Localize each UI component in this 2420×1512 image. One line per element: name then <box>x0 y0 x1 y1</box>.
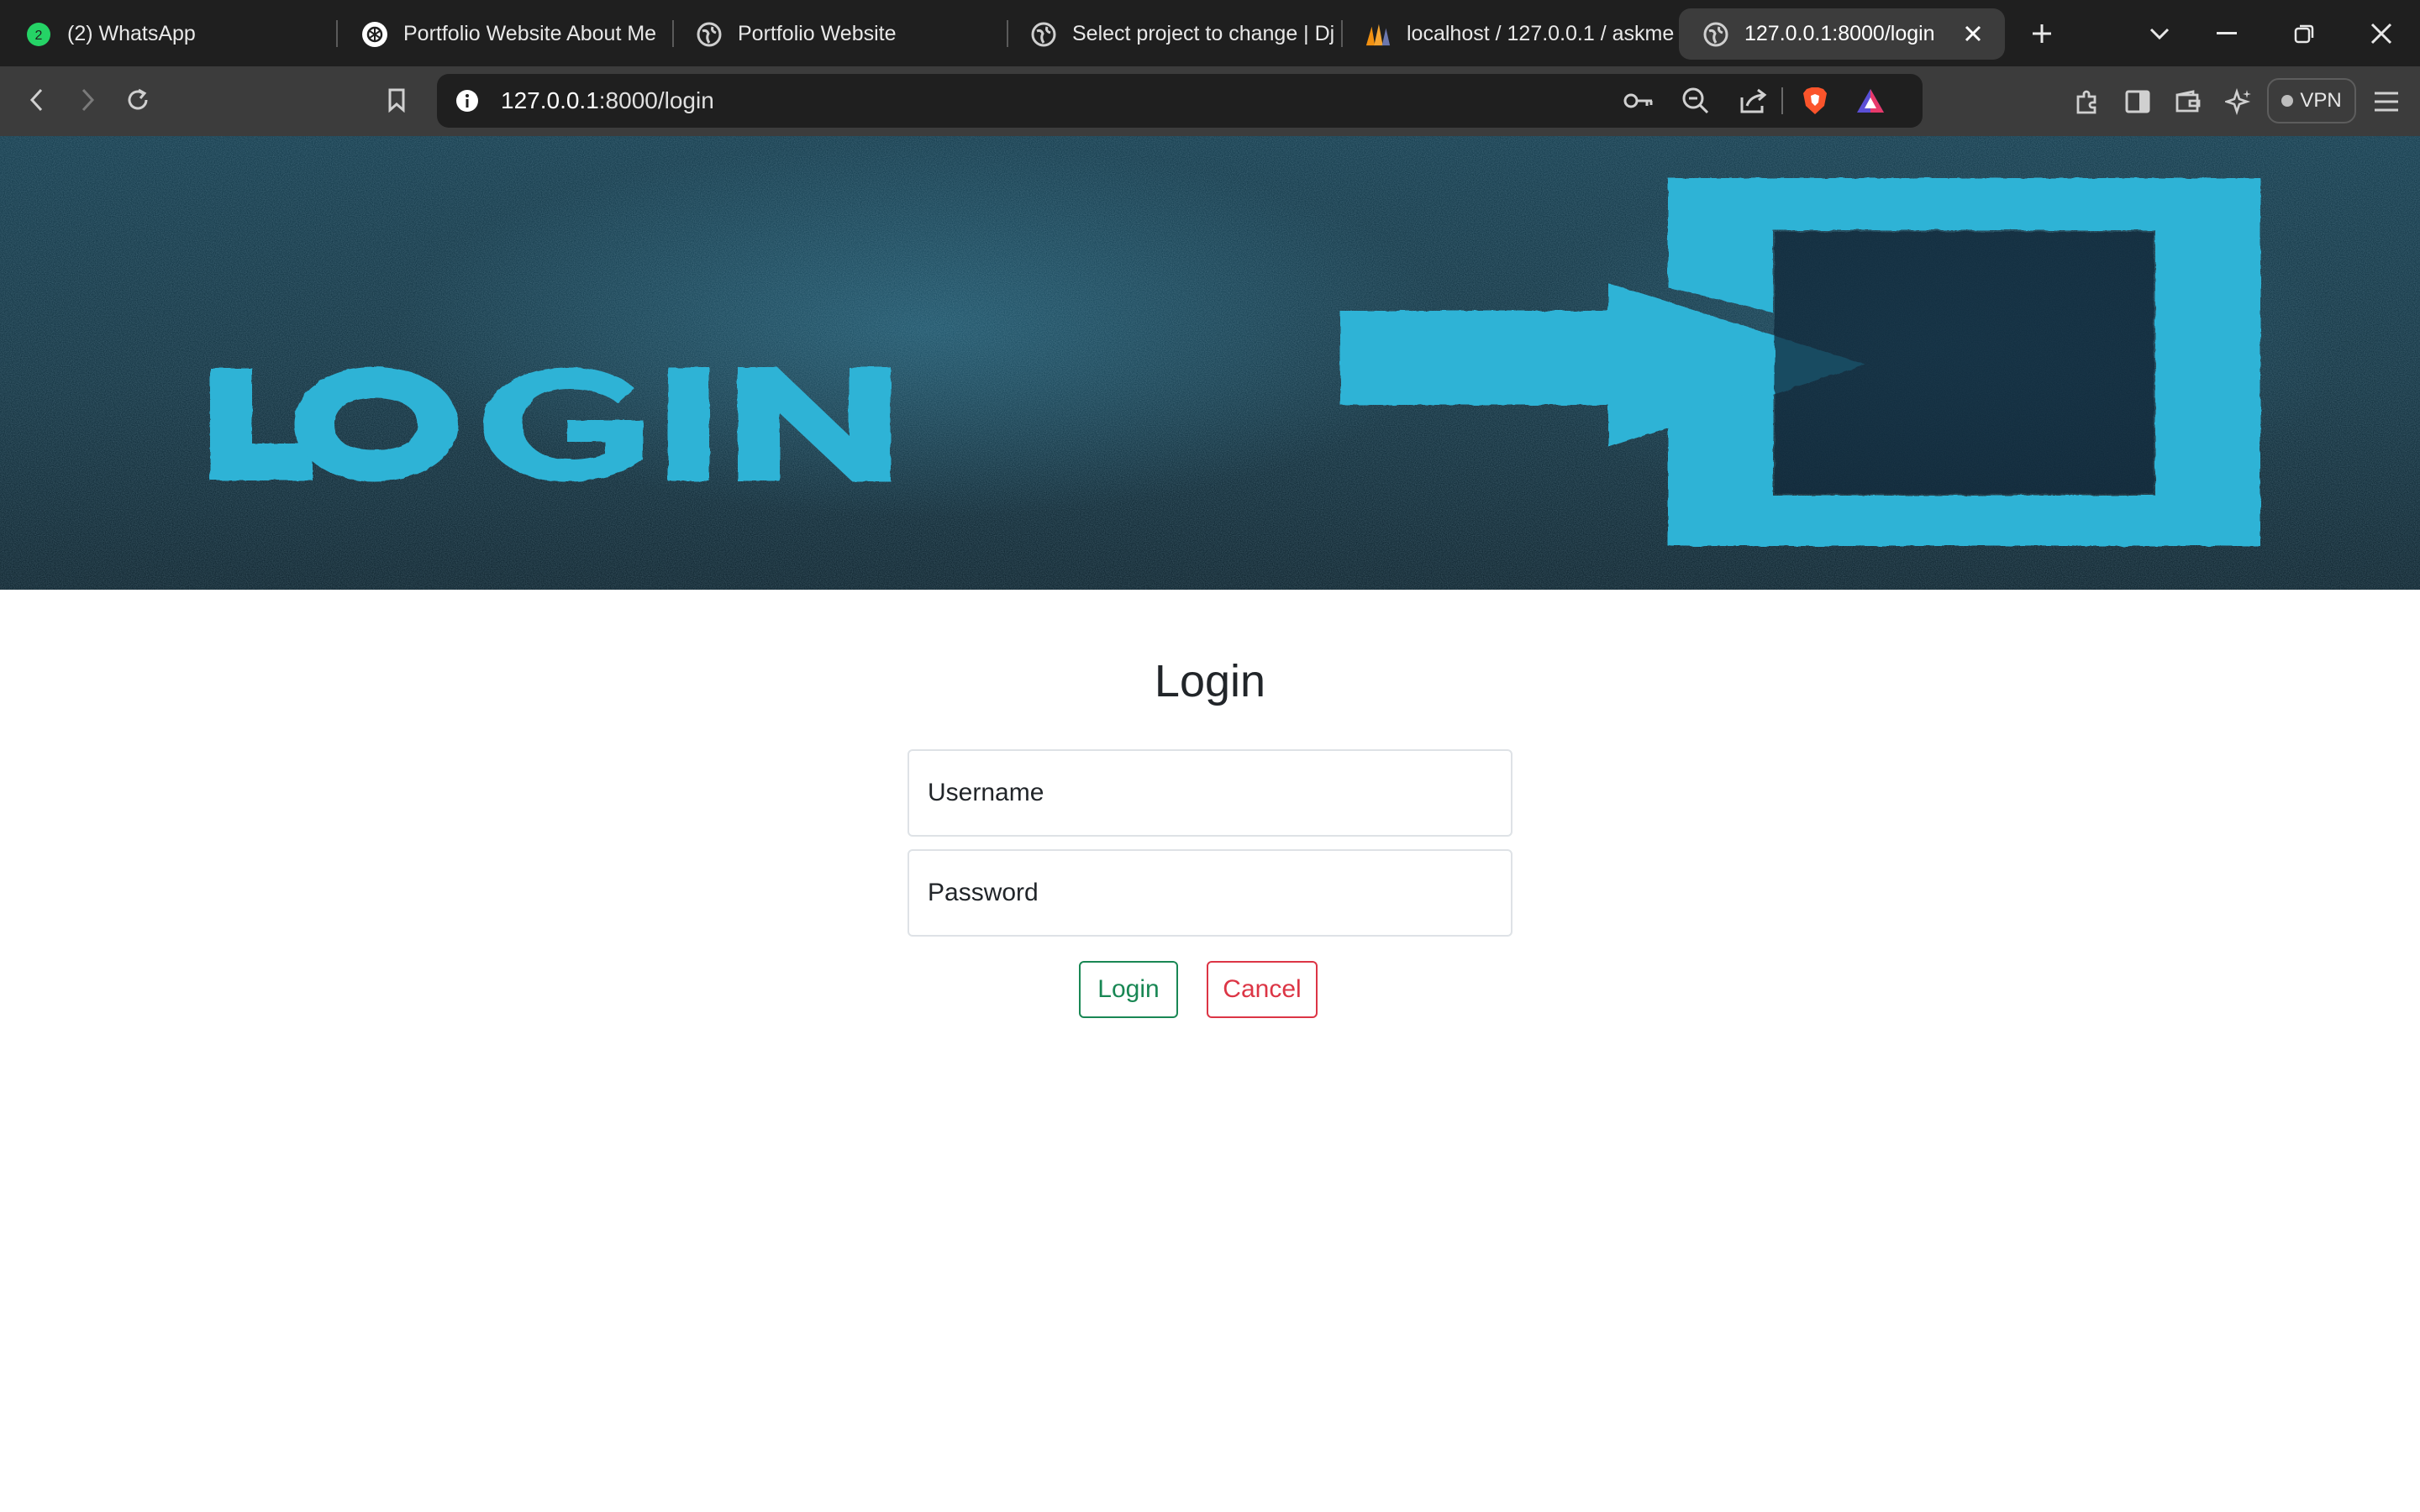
url-host: 127.0.0.1 <box>501 87 599 113</box>
globe-icon <box>1030 21 1057 48</box>
extensions-button[interactable] <box>2069 83 2106 120</box>
leo-ai-button[interactable] <box>2220 83 2257 120</box>
url-path: :8000/login <box>598 87 714 113</box>
tab-title: (2) WhatsApp <box>67 22 196 45</box>
tab-portfolio-about[interactable]: Portfolio Website About Me <box>338 8 671 60</box>
address-bar[interactable]: 127.0.0.1:8000/login <box>437 74 1923 128</box>
back-arrow-icon <box>29 88 43 112</box>
plus-icon <box>2033 24 2051 43</box>
globe-icon <box>696 21 723 48</box>
bookmark-button[interactable] <box>380 83 413 117</box>
tab-login-active[interactable]: 127.0.0.1:8000/login <box>1679 8 2005 60</box>
back-button[interactable] <box>20 83 54 117</box>
phpmyadmin-icon <box>1365 21 1392 48</box>
reload-icon <box>128 88 148 110</box>
restore-icon <box>2294 24 2314 44</box>
bookmark-icon <box>388 88 405 113</box>
close-window-button[interactable] <box>2365 17 2398 50</box>
tab-whatsapp[interactable]: 2 (2) WhatsApp <box>2 8 333 60</box>
sidebar-icon <box>2125 90 2150 113</box>
chatgpt-icon <box>361 21 388 48</box>
minimize-button[interactable] <box>2210 17 2244 50</box>
share-icon[interactable] <box>1736 84 1770 118</box>
sidebar-button[interactable] <box>2119 83 2156 120</box>
tab-django-admin[interactable]: Select project to change | Dj <box>1007 8 1339 60</box>
tab-title: 127.0.0.1:8000/login <box>1744 22 1935 45</box>
tab-phpmyadmin[interactable]: localhost / 127.0.0.1 / askme <box>1341 8 1674 60</box>
forward-button[interactable] <box>71 83 104 117</box>
site-info-icon[interactable] <box>454 87 481 114</box>
close-icon <box>2370 23 2392 45</box>
puzzle-icon <box>2076 90 2096 114</box>
cancel-button[interactable]: Cancel <box>1207 961 1318 1018</box>
reload-button[interactable] <box>121 83 155 117</box>
minimize-icon <box>2217 32 2237 34</box>
restore-button[interactable] <box>2287 17 2321 50</box>
forward-arrow-icon <box>82 88 95 112</box>
menu-button[interactable] <box>2368 83 2405 120</box>
address-url[interactable]: 127.0.0.1:8000/login <box>501 74 714 128</box>
login-banner-image <box>0 136 2420 590</box>
vpn-button[interactable]: VPN <box>2267 78 2356 123</box>
login-button[interactable]: Login <box>1079 961 1178 1018</box>
sparkle-icon <box>2225 88 2251 115</box>
brave-rewards-icon[interactable] <box>1852 82 1889 119</box>
globe-icon <box>1702 21 1729 48</box>
tab-portfolio-website[interactable]: Portfolio Website <box>672 8 1005 60</box>
brave-shields-icon[interactable] <box>1797 82 1833 119</box>
tab-title: Portfolio Website About Me <box>403 22 657 45</box>
wallet-icon <box>2175 90 2201 113</box>
new-tab-button[interactable] <box>2025 17 2059 50</box>
chevron-down-icon <box>2149 28 2170 40</box>
hamburger-menu-icon <box>2375 92 2398 112</box>
page-title: Login <box>1154 656 1266 706</box>
tab-title: localhost / 127.0.0.1 / askme <box>1407 22 1674 45</box>
whatsapp-icon: 2 <box>25 21 52 48</box>
close-tab-icon[interactable] <box>1960 20 1986 47</box>
key-icon[interactable] <box>1622 86 1655 116</box>
vpn-status-icon <box>2281 95 2294 107</box>
wallet-button[interactable] <box>2170 83 2207 120</box>
tab-title: Select project to change | Dj <box>1072 22 1335 45</box>
tab-title: Portfolio Website <box>738 22 897 45</box>
username-field[interactable] <box>908 749 1512 837</box>
zoom-out-icon[interactable] <box>1679 84 1712 118</box>
whatsapp-badge: 2 <box>35 29 43 43</box>
vpn-label: VPN <box>2300 89 2342 112</box>
browser-toolbar: 127.0.0.1:8000/login VPN <box>0 66 2420 136</box>
password-field[interactable] <box>908 849 1512 937</box>
tab-strip: 2 (2) WhatsApp Portfolio Website About M… <box>0 0 2420 66</box>
tab-search-button[interactable] <box>2143 17 2176 50</box>
divider <box>1781 87 1783 114</box>
